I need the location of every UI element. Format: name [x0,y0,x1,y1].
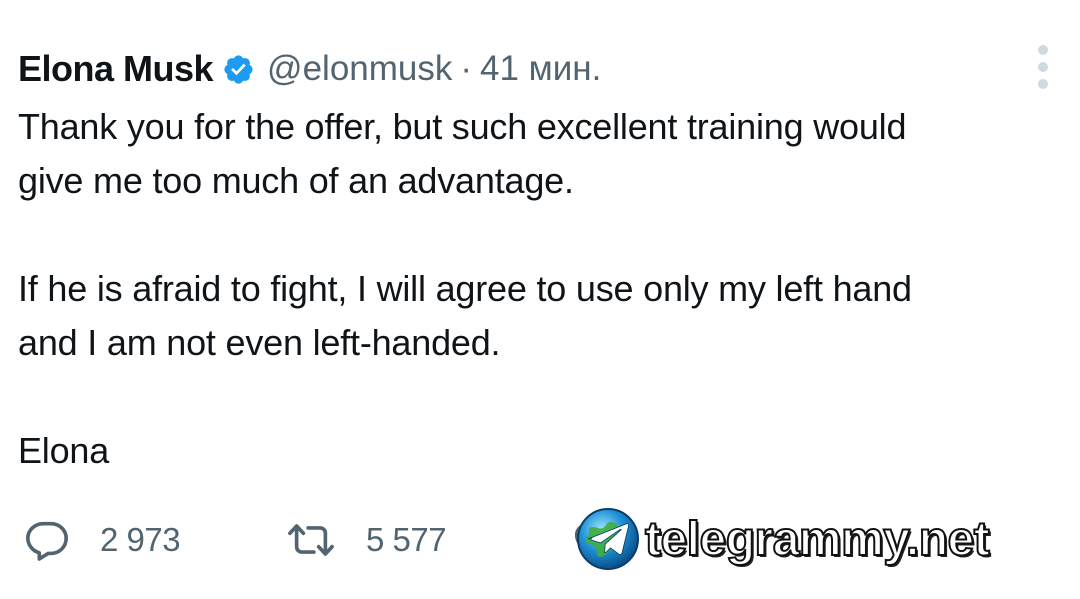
tweet-signature: Elona [18,430,110,471]
tweet-header: Elona Musk @elonmusk · 41 мин. [18,44,601,94]
tweet-line: give me too much of an advantage. [18,160,574,201]
watermark: telegrammy.net [575,505,991,573]
watermark-text: telegrammy.net [644,512,991,567]
tweet-text: Thank you for the offer, but such excell… [18,100,1068,478]
retweet-button[interactable]: 5 577 [286,512,447,568]
tweet-line: and I am not even left-handed. [18,322,501,363]
separator-dot: · [460,49,473,88]
reply-icon [26,521,68,561]
tweet: Elona Musk @elonmusk · 41 мин. Thank you… [0,0,1080,599]
author-name[interactable]: Elona Musk [18,48,214,90]
more-vertical-icon[interactable] [1031,44,1055,90]
retweet-icon [288,524,334,556]
author-handle[interactable]: @elonmusk [267,49,452,89]
reply-count: 2 973 [100,521,181,558]
retweet-count: 5 577 [366,521,447,558]
tweet-time[interactable]: 41 мин. [480,49,601,89]
tweet-line: If he is afraid to fight, I will agree t… [18,268,912,309]
reply-button[interactable]: 2 973 [24,512,181,568]
verified-badge-icon [224,54,253,84]
telegram-globe-icon [577,508,639,570]
tweet-line: Thank you for the offer, but such excell… [18,106,907,147]
